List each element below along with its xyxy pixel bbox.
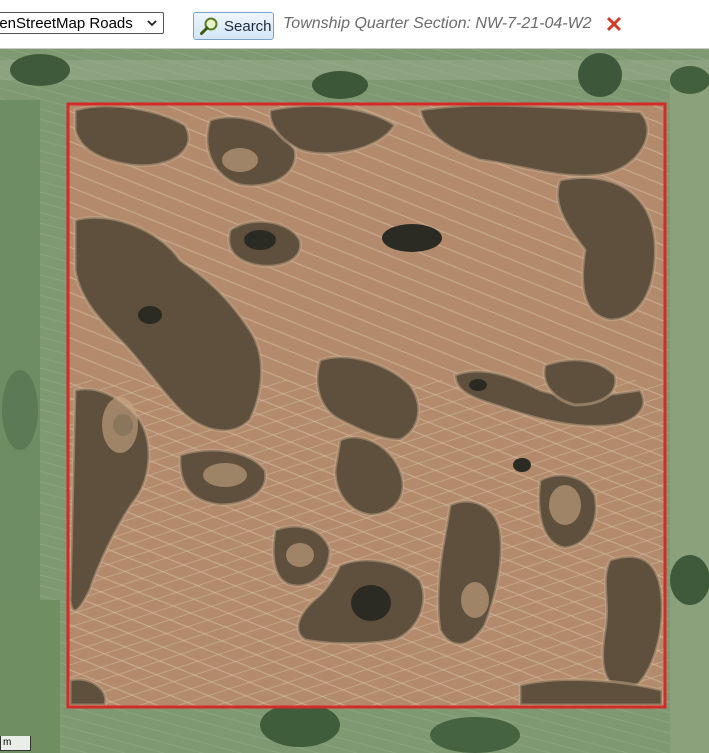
search-button-label: Search (224, 17, 272, 35)
search-magnifier-icon (200, 17, 218, 35)
chevron-down-icon (147, 20, 157, 27)
satellite-map[interactable] (0, 48, 709, 753)
satellite-imagery (0, 48, 709, 753)
map-scale-bar: m (0, 736, 31, 751)
map-layer-select[interactable]: penStreetMap Roads (0, 12, 164, 34)
close-icon[interactable]: ✕ (604, 14, 624, 36)
map-layer-select-value: penStreetMap Roads (0, 14, 133, 32)
scale-label: m (3, 737, 12, 748)
location-text: Township Quarter Section: NW-7-21-04-W2 (283, 15, 592, 32)
toolbar: penStreetMap Roads Search Township Quart… (0, 0, 709, 49)
search-button[interactable]: Search (193, 12, 274, 40)
